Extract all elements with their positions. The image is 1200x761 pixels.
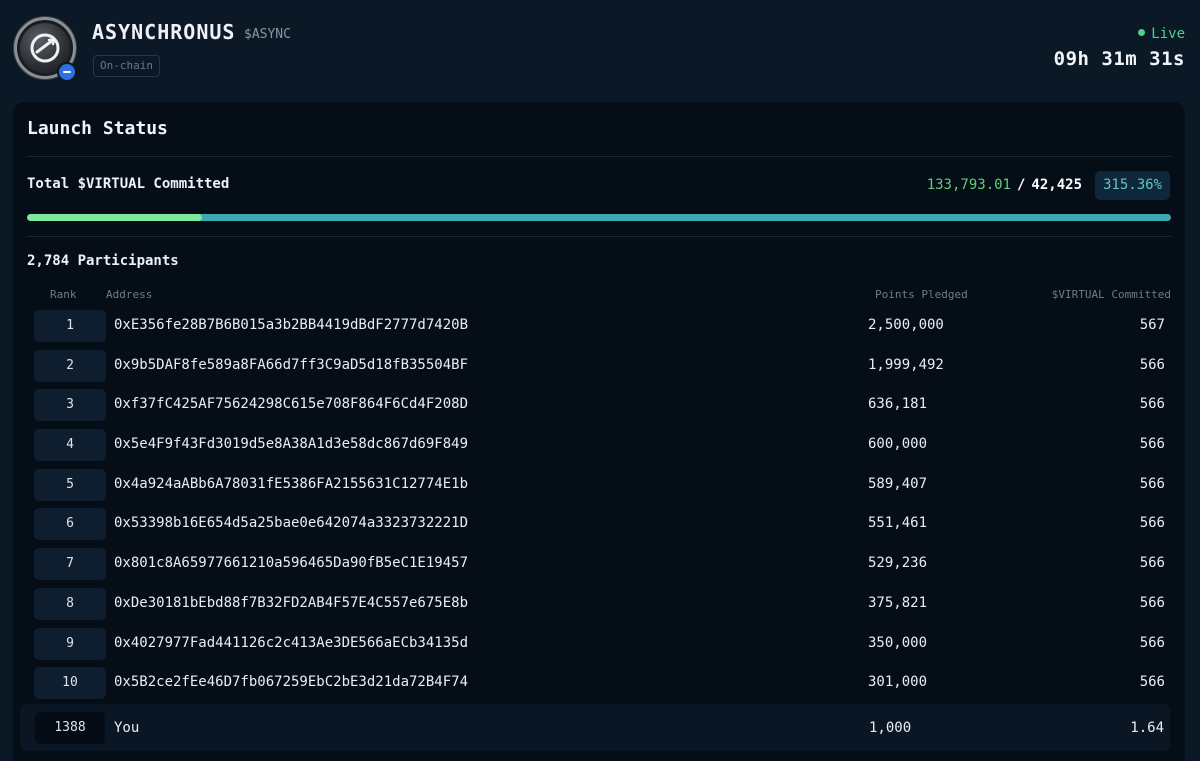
launch-status-panel: Launch Status Total $VIRTUAL Committed 1… xyxy=(13,102,1185,761)
panel-title: Launch Status xyxy=(27,118,168,139)
committed-separator: / xyxy=(1016,177,1026,193)
divider xyxy=(27,156,1171,157)
your-points-cell: 1,000 xyxy=(869,720,912,736)
points-cell: 1,999,492 xyxy=(868,356,944,373)
token-ticker: $ASYNC xyxy=(244,27,291,42)
table-row[interactable]: 1 0xE356fe28B7B6B015a3b2BB4419dBdF2777d7… xyxy=(27,306,1171,346)
table-row[interactable]: 7 0x801c8A65977661210a596465Da90fB5eC1E1… xyxy=(27,544,1171,584)
rank-cell: 5 xyxy=(34,468,106,501)
participants-count: 2,784 Participants xyxy=(27,253,179,269)
address-cell[interactable]: 0x5B2ce2fEe46D7fb067259EbC2bE3d21da72B4F… xyxy=(114,674,468,690)
address-cell[interactable]: 0x4a924aABb6A78031fE5386FA2155631C12774E… xyxy=(114,476,468,492)
address-cell[interactable]: 0x5e4F9f43Fd3019d5e8A38A1d3e58dc867d69F8… xyxy=(114,436,468,452)
live-label: Live xyxy=(1151,26,1185,42)
token-name: ASYNCHRONUS xyxy=(92,20,236,44)
virtual-cell: 566 xyxy=(1139,515,1165,532)
table-row[interactable]: 10 0x5B2ce2fEe46D7fb067259EbC2bE3d21da72… xyxy=(27,663,1171,703)
points-cell: 301,000 xyxy=(868,674,928,691)
virtual-cell: 567 xyxy=(1139,317,1165,333)
rank-cell: 2 xyxy=(34,349,106,382)
points-cell: 589,407 xyxy=(868,475,928,492)
virtual-cell: 566 xyxy=(1139,396,1165,413)
address-cell[interactable]: 0x801c8A65977661210a596465Da90fB5eC1E194… xyxy=(114,555,468,571)
table-row[interactable]: 4 0x5e4F9f43Fd3019d5e8A38A1d3e58dc867d69… xyxy=(27,425,1171,465)
rank-cell: 3 xyxy=(34,389,106,422)
table-row[interactable]: 3 0xf37fC425AF75624298C615e708F864F6Cd4F… xyxy=(27,385,1171,425)
rank-cell: 10 xyxy=(34,667,106,700)
address-cell[interactable]: 0x53398b16E654d5a25bae0e642074a332373222… xyxy=(114,515,468,531)
committed-values: 133,793.01 / 42,425 xyxy=(927,177,1082,193)
table-header: Rank Address Points Pledged $VIRTUAL Com… xyxy=(27,288,1171,302)
points-cell: 2,500,000 xyxy=(868,317,944,333)
participants-table: 1 0xE356fe28B7B6B015a3b2BB4419dBdF2777d7… xyxy=(27,306,1171,703)
table-row[interactable]: 5 0x4a924aABb6A78031fE5386FA2155631C1277… xyxy=(27,465,1171,505)
your-virtual-cell: 1.64 xyxy=(1130,720,1164,736)
live-status: Live xyxy=(1138,26,1185,42)
table-row[interactable]: 8 0xDe30181bEbd88f7B32FD2AB4F57E4C557e67… xyxy=(27,584,1171,624)
committed-amount: 133,793.01 xyxy=(926,177,1011,193)
table-row[interactable]: 6 0x53398b16E654d5a25bae0e642074a3323732… xyxy=(27,504,1171,544)
virtual-cell: 566 xyxy=(1139,475,1165,492)
your-rank-cell: 1388 xyxy=(35,712,105,744)
virtual-cell: 566 xyxy=(1139,674,1165,691)
rank-cell: 7 xyxy=(34,548,106,581)
points-cell: 350,000 xyxy=(868,634,928,651)
address-cell[interactable]: 0xf37fC425AF75624298C615e708F864F6Cd4F20… xyxy=(114,396,468,412)
points-cell: 636,181 xyxy=(868,396,928,413)
column-header-virtual: $VIRTUAL Committed xyxy=(1051,288,1171,301)
rank-cell: 6 xyxy=(34,508,106,541)
divider xyxy=(27,236,1171,237)
progress-fill xyxy=(27,214,202,221)
commit-progress-bar xyxy=(27,214,1171,221)
points-cell: 529,236 xyxy=(868,555,928,572)
onchain-badge: On-chain xyxy=(93,55,160,77)
committed-label: Total $VIRTUAL Committed xyxy=(27,176,230,192)
column-header-points: Points Pledged xyxy=(875,288,968,301)
countdown-timer: 09h 31m 31s xyxy=(1053,48,1185,70)
address-cell[interactable]: 0xE356fe28B7B6B015a3b2BB4419dBdF2777d742… xyxy=(114,317,468,333)
your-address-cell: You xyxy=(114,720,140,736)
virtual-cell: 566 xyxy=(1139,634,1165,651)
live-dot-icon xyxy=(1138,29,1146,36)
points-cell: 375,821 xyxy=(868,594,928,611)
virtual-cell: 566 xyxy=(1139,436,1165,453)
points-cell: 600,000 xyxy=(868,436,928,453)
column-header-rank: Rank xyxy=(50,288,77,301)
committed-target: 42,425 xyxy=(1031,177,1082,193)
table-row[interactable]: 9 0x4027977Fad441126c2c413Ae3DE566aECb34… xyxy=(27,624,1171,664)
virtual-cell: 566 xyxy=(1139,356,1165,373)
rank-cell: 1 xyxy=(34,310,106,342)
address-cell[interactable]: 0x4027977Fad441126c2c413Ae3DE566aECb3413… xyxy=(114,635,468,651)
chain-badge-icon xyxy=(57,62,77,82)
table-row[interactable]: 2 0x9b5DAF8fe589a8FA66d7ff3C9aD5d18fB355… xyxy=(27,346,1171,386)
rank-cell: 8 xyxy=(34,587,106,620)
rank-cell: 9 xyxy=(34,627,106,660)
rank-cell: 4 xyxy=(34,429,106,462)
points-cell: 551,461 xyxy=(868,515,928,532)
your-position-row: 1388 You 1,000 1.64 xyxy=(20,704,1170,751)
column-header-address: Address xyxy=(106,288,153,301)
address-cell[interactable]: 0xDe30181bEbd88f7B32FD2AB4F57E4C557e675E… xyxy=(114,595,468,611)
committed-percent-badge: 315.36% xyxy=(1094,171,1170,200)
token-header: ASYNCHRONUS $ASYNC On-chain Live 09h 31m… xyxy=(0,0,1200,100)
virtual-cell: 566 xyxy=(1139,594,1165,611)
virtual-cell: 566 xyxy=(1139,555,1165,572)
address-cell[interactable]: 0x9b5DAF8fe589a8FA66d7ff3C9aD5d18fB35504… xyxy=(114,357,468,373)
